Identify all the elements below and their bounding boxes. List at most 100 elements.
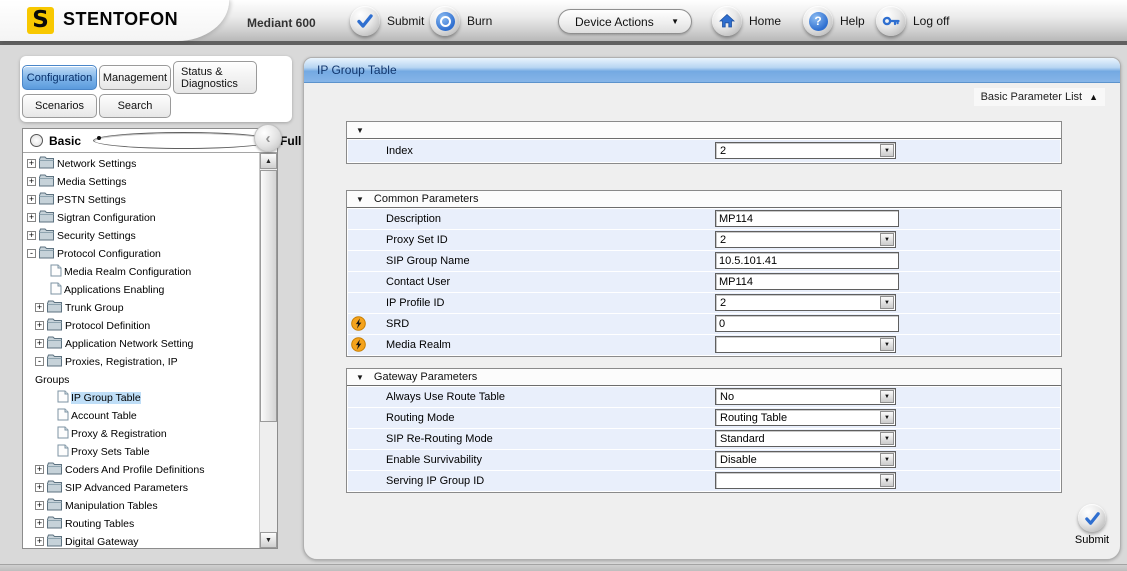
tree-item[interactable]: Proxy & Registration [23,425,260,443]
ip-profile-id-select[interactable]: 2▼ [715,294,896,311]
submit-check-icon [350,6,380,36]
logoff-button[interactable]: Log off [876,6,949,36]
nav-tree-panel: Basic Full +Network Settings+Media Setti… [22,128,278,549]
tab-search[interactable]: Search [99,94,171,118]
expand-plus-icon[interactable]: + [27,213,36,222]
tree-item[interactable]: +SIP Advanced Parameters [23,479,260,497]
proxy-set-id-select[interactable]: 2▼ [715,231,896,248]
sidebar-tabs: Configuration Management Status & Diagno… [20,56,292,122]
tree-item[interactable]: +Routing Tables [23,515,260,533]
expand-plus-icon[interactable]: + [27,177,36,186]
folder-icon [46,534,63,547]
tree-item[interactable]: Media Realm Configuration [23,263,260,281]
tree-item[interactable]: Account Table [23,407,260,425]
expand-plus-icon[interactable]: + [27,159,36,168]
expand-plus-icon[interactable]: + [35,501,44,510]
tree-item[interactable]: +Trunk Group [23,299,260,317]
form-row: SIP Re-Routing ModeStandard▼ [348,429,1060,449]
tree-item[interactable]: +PSTN Settings [23,191,260,209]
enable-survivability-select[interactable]: Disable ▼ [715,451,896,468]
media-realm-select[interactable]: ▼ [715,336,896,353]
expand-plus-icon[interactable]: + [35,339,44,348]
dropdown-arrow-icon[interactable]: ▼ [880,411,894,424]
tree-scrollbar[interactable]: ▲ ▼ [259,153,277,548]
sip-re-routing-mode-select[interactable]: Standard▼ [715,430,896,447]
tree-item[interactable]: +Manipulation Tables [23,497,260,515]
srd-input[interactable] [715,315,899,332]
home-button[interactable]: Home [712,6,781,36]
tree-item[interactable]: Applications Enabling [23,281,260,299]
select-value: Disable [720,454,757,466]
section-header[interactable]: ▼Gateway Parameters [347,369,1061,386]
dropdown-arrow-icon[interactable]: ▼ [880,338,894,351]
routing-mode-select[interactable]: Routing Table▼ [715,409,896,426]
expand-plus-icon[interactable]: + [35,537,44,546]
folder-icon [38,156,55,169]
field-label: Enable Survivability [386,454,482,466]
burn-button[interactable]: Burn [430,6,492,36]
form-row: Index2▼ [348,140,1060,162]
device-actions-dropdown[interactable]: Device Actions ▼ [558,9,692,34]
basic-parameter-list-toggle[interactable]: Basic Parameter List ▲ [974,88,1105,106]
tree-item[interactable]: +Sigtran Configuration [23,209,260,227]
tree-item[interactable]: +Protocol Definition [23,317,260,335]
tree-item[interactable]: -Protocol Configuration [23,245,260,263]
document-icon [50,264,62,277]
expand-plus-icon[interactable]: + [35,321,44,330]
chevron-up-icon: ▲ [1089,92,1098,102]
tree-item-label: Coders And Profile Definitions [65,464,205,476]
contact-user-input[interactable] [715,273,899,290]
folder-icon [46,480,63,493]
scrollbar-thumb[interactable] [260,170,277,422]
tree-item[interactable]: + Coders And Profile Definitions [23,461,260,479]
expand-plus-icon[interactable]: + [35,519,44,528]
expand-plus-icon[interactable]: + [35,465,44,474]
expand-plus-icon[interactable]: + [35,303,44,312]
submit-check-icon [1078,504,1106,532]
collapse-minus-icon[interactable]: - [35,357,44,366]
form-submit-button[interactable]: Submit [1060,504,1121,546]
dropdown-arrow-icon[interactable]: ▼ [880,144,894,157]
tab-scenarios[interactable]: Scenarios [22,94,97,118]
dropdown-arrow-icon[interactable]: ▼ [880,474,894,487]
section-header[interactable]: ▼ [347,122,1061,139]
tree-item[interactable]: +Media Settings [23,173,260,191]
expand-plus-icon[interactable]: + [27,231,36,240]
logo-plate: S STENTOFON [0,0,229,41]
collapse-minus-icon[interactable]: - [27,249,36,258]
select-value: 2 [720,234,726,246]
collapse-pane-button[interactable]: ‹ [254,124,282,152]
submit-button[interactable]: Submit [350,6,424,36]
help-button[interactable]: ? Help [803,6,865,36]
tree-item[interactable]: IP Group Table [23,389,260,407]
tree-item[interactable]: +Security Settings [23,227,260,245]
sip-group-name-input[interactable] [715,252,899,269]
description-input[interactable] [715,210,899,227]
key-icon [876,6,906,36]
expand-plus-icon[interactable]: + [35,483,44,492]
tree-item[interactable]: -Proxies, Registration, IP Groups [23,353,260,389]
tree-item[interactable]: Proxy Sets Table [23,443,260,461]
dropdown-arrow-icon[interactable]: ▼ [880,233,894,246]
full-radio[interactable] [93,132,274,149]
index-select[interactable]: 2▼ [715,142,896,159]
tree-item[interactable]: +Digital Gateway [23,533,260,548]
scroll-down-icon[interactable]: ▼ [260,532,277,548]
basic-radio[interactable] [30,134,43,147]
field-label: Routing Mode [386,412,455,424]
tab-configuration[interactable]: Configuration [22,65,97,90]
expand-plus-icon[interactable]: + [27,195,36,204]
always-use-route-table-select[interactable]: No▼ [715,388,896,405]
section-header[interactable]: ▼Common Parameters [347,191,1061,208]
dropdown-arrow-icon[interactable]: ▼ [880,390,894,403]
dropdown-arrow-icon[interactable]: ▼ [880,453,894,466]
tab-management[interactable]: Management [99,65,171,90]
form-section: ▼Common ParametersDescriptionProxy Set I… [346,190,1062,357]
serving-ip-group-id-select[interactable]: ▼ [715,472,896,489]
scroll-up-icon[interactable]: ▲ [260,153,277,169]
tree-item[interactable]: +Network Settings [23,155,260,173]
dropdown-arrow-icon[interactable]: ▼ [880,296,894,309]
dropdown-arrow-icon[interactable]: ▼ [880,432,894,445]
tab-status-diagnostics[interactable]: Status & Diagnostics [173,61,257,94]
tree-item[interactable]: +Application Network Setting [23,335,260,353]
